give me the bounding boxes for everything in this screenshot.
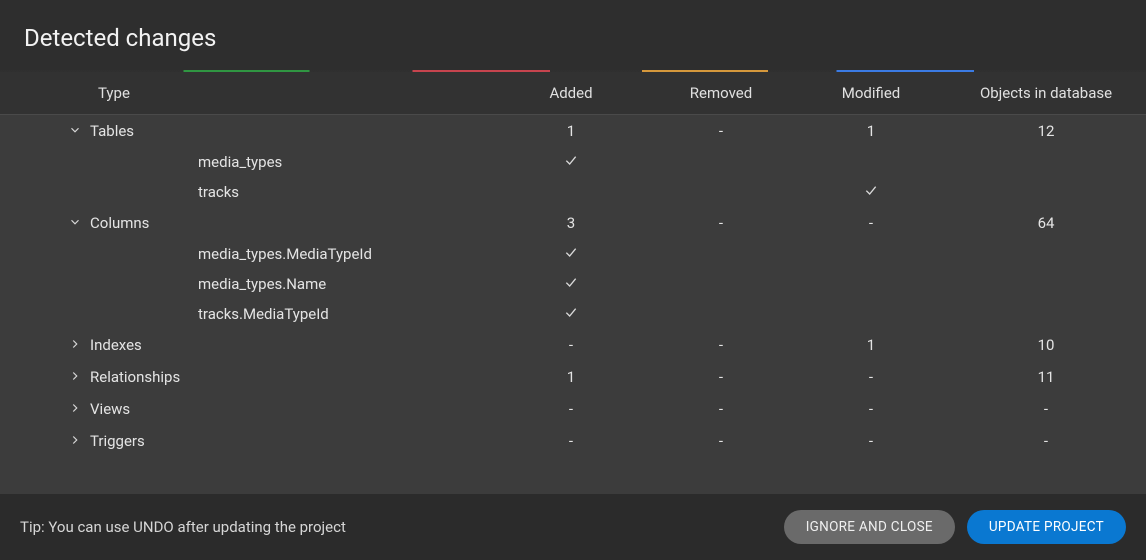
child-row-media_types-name[interactable]: media_types.Name <box>0 269 1146 299</box>
category-row-relationships[interactable]: Relationships 1 - - 11 <box>0 361 1146 393</box>
child-label: tracks <box>90 177 496 207</box>
cell-removed: - <box>646 115 796 148</box>
chevron-right-icon <box>68 401 82 415</box>
cell-removed: - <box>646 207 796 239</box>
chevron-right-icon <box>68 369 82 383</box>
check-icon <box>563 152 579 168</box>
cell-removed: - <box>646 329 796 361</box>
detected-changes-dialog: Detected changes Type Added Removed Modi… <box>0 0 1146 560</box>
cell-db <box>946 147 1146 177</box>
cell-db: 11 <box>946 361 1146 393</box>
category-label: Relationships <box>90 361 496 393</box>
col-type: Type <box>90 72 496 115</box>
category-label: Columns <box>90 207 496 239</box>
cell-modified <box>796 147 946 177</box>
cell-modified <box>796 177 946 207</box>
col-db: Objects in database <box>946 72 1146 115</box>
col-modified: Modified <box>796 72 946 115</box>
cell-modified: 1 <box>796 115 946 148</box>
changes-table-wrap: Type Added Removed Modified Objects in d… <box>0 72 1146 494</box>
cell-added: 3 <box>496 207 646 239</box>
child-row-media_types-mediatypeid[interactable]: media_types.MediaTypeId <box>0 239 1146 269</box>
check-icon <box>563 304 579 320</box>
cell-removed <box>646 147 796 177</box>
category-row-views[interactable]: Views - - - - <box>0 393 1146 425</box>
category-label: Triggers <box>90 425 496 457</box>
cell-removed: - <box>646 393 796 425</box>
child-label: tracks.MediaTypeId <box>90 299 496 329</box>
chevron-down-icon <box>68 123 82 137</box>
child-row-tracks[interactable]: tracks <box>0 177 1146 207</box>
cell-removed: - <box>646 425 796 457</box>
cell-db: - <box>946 425 1146 457</box>
check-icon <box>863 182 879 198</box>
footer-tip: Tip: You can use UNDO after updating the… <box>20 518 772 536</box>
dialog-footer: Tip: You can use UNDO after updating the… <box>0 494 1146 560</box>
cell-modified: - <box>796 207 946 239</box>
child-row-tracks-mediatypeid[interactable]: tracks.MediaTypeId <box>0 299 1146 329</box>
category-row-triggers[interactable]: Triggers - - - - <box>0 425 1146 457</box>
child-label: media_types.MediaTypeId <box>90 239 496 269</box>
cell-removed: - <box>646 361 796 393</box>
category-label: Views <box>90 393 496 425</box>
col-removed: Removed <box>646 72 796 115</box>
category-label: Indexes <box>90 329 496 361</box>
cell-db: 64 <box>946 207 1146 239</box>
cell-added: 1 <box>496 115 646 148</box>
dialog-titlebar: Detected changes <box>0 0 1146 70</box>
cell-added: 1 <box>496 361 646 393</box>
cell-db: - <box>946 393 1146 425</box>
table-header-row: Type Added Removed Modified Objects in d… <box>0 72 1146 115</box>
cell-modified: - <box>796 425 946 457</box>
chevron-right-icon <box>68 433 82 447</box>
category-row-columns[interactable]: Columns 3 - - 64 <box>0 207 1146 239</box>
check-icon <box>563 274 579 290</box>
col-added: Added <box>496 72 646 115</box>
cell-db: 10 <box>946 329 1146 361</box>
cell-modified: - <box>796 361 946 393</box>
check-icon <box>563 244 579 260</box>
changes-table: Type Added Removed Modified Objects in d… <box>0 72 1146 457</box>
cell-added: - <box>496 425 646 457</box>
category-row-tables[interactable]: Tables 1 - 1 12 <box>0 115 1146 148</box>
accent-divider <box>0 70 1146 72</box>
dialog-title: Detected changes <box>24 24 1122 52</box>
cell-modified: 1 <box>796 329 946 361</box>
cell-db: 12 <box>946 115 1146 148</box>
child-row-media_types[interactable]: media_types <box>0 147 1146 177</box>
child-label: media_types.Name <box>90 269 496 299</box>
child-label: media_types <box>90 147 496 177</box>
cell-added: - <box>496 393 646 425</box>
category-label: Tables <box>90 115 496 148</box>
chevron-right-icon <box>68 337 82 351</box>
cell-added <box>496 147 646 177</box>
cell-added: - <box>496 329 646 361</box>
ignore-and-close-button[interactable]: IGNORE AND CLOSE <box>784 510 955 544</box>
chevron-down-icon <box>68 215 82 229</box>
cell-modified: - <box>796 393 946 425</box>
update-project-button[interactable]: UPDATE PROJECT <box>967 510 1126 544</box>
category-row-indexes[interactable]: Indexes - - 1 10 <box>0 329 1146 361</box>
